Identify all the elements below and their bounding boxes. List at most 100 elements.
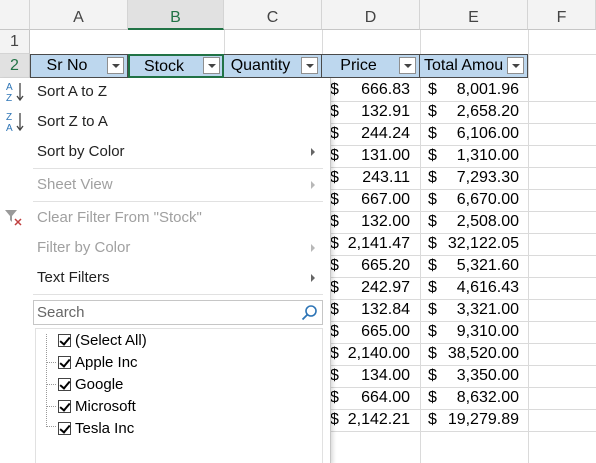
price-cell[interactable]: 244.24 [340, 123, 410, 145]
total-currency[interactable]: $ [428, 365, 437, 387]
total-cell[interactable]: 7,293.30 [440, 167, 519, 189]
price-currency[interactable]: $ [330, 189, 339, 211]
total-cell[interactable]: 4,616.43 [440, 277, 519, 299]
gridline [322, 431, 596, 432]
menu-item-sort-za[interactable]: Z A Sort Z to A [0, 108, 330, 136]
row-header-1[interactable]: 1 [0, 30, 30, 54]
total-currency[interactable]: $ [428, 387, 437, 409]
price-currency[interactable]: $ [330, 145, 339, 167]
total-currency[interactable]: $ [428, 79, 437, 101]
dropdown-arrow-icon[interactable] [107, 57, 124, 74]
price-cell[interactable]: 666.83 [340, 79, 410, 101]
total-cell[interactable]: 6,106.00 [440, 123, 519, 145]
total-cell[interactable]: 9,310.00 [440, 321, 519, 343]
total-currency[interactable]: $ [428, 233, 437, 255]
price-currency[interactable]: $ [330, 233, 339, 255]
price-currency[interactable]: $ [330, 409, 339, 431]
total-cell[interactable]: 32,122.05 [440, 233, 519, 255]
header-cell-price[interactable]: Price [322, 54, 420, 78]
price-currency[interactable]: $ [330, 321, 339, 343]
list-item[interactable]: Tesla Inc [58, 419, 134, 439]
total-currency[interactable]: $ [428, 277, 437, 299]
corner-cell[interactable] [0, 0, 30, 30]
search-input[interactable]: Search [33, 300, 323, 325]
total-cell[interactable]: 38,520.00 [440, 343, 519, 365]
list-item[interactable]: Microsoft [58, 397, 136, 417]
total-currency[interactable]: $ [428, 321, 437, 343]
total-cell[interactable]: 6,670.00 [440, 189, 519, 211]
total-currency[interactable]: $ [428, 123, 437, 145]
dropdown-arrow-icon[interactable] [203, 57, 220, 74]
total-currency[interactable]: $ [428, 211, 437, 233]
price-currency[interactable]: $ [330, 365, 339, 387]
price-cell[interactable]: 665.20 [340, 255, 410, 277]
price-currency[interactable]: $ [330, 79, 339, 101]
row-header-2[interactable]: 2 [0, 54, 30, 78]
price-currency[interactable]: $ [330, 387, 339, 409]
total-currency[interactable]: $ [428, 299, 437, 321]
price-cell[interactable]: 131.00 [340, 145, 410, 167]
filter-values-list[interactable]: (Select All) Apple Inc Google Microsoft … [35, 328, 323, 463]
header-cell-total[interactable]: Total Amou [420, 54, 528, 78]
column-header-e[interactable]: E [420, 0, 528, 30]
menu-item-sort-az[interactable]: A Z Sort A to Z [0, 78, 330, 106]
header-cell-sr-no[interactable]: Sr No [30, 54, 128, 78]
price-cell[interactable]: 132.91 [340, 101, 410, 123]
header-cell-quantity[interactable]: Quantity [224, 54, 322, 78]
total-cell[interactable]: 8,632.00 [440, 387, 519, 409]
total-currency[interactable]: $ [428, 145, 437, 167]
price-cell[interactable]: 242.97 [340, 277, 410, 299]
checkbox-icon[interactable] [58, 422, 71, 435]
column-header-f[interactable]: F [528, 0, 596, 30]
price-currency[interactable]: $ [330, 343, 339, 365]
dropdown-arrow-icon[interactable] [507, 57, 524, 74]
total-cell[interactable]: 3,321.00 [440, 299, 519, 321]
header-cell-stock[interactable]: Stock [128, 54, 224, 78]
total-cell[interactable]: 3,350.00 [440, 365, 519, 387]
price-cell[interactable]: 2,140.00 [340, 343, 410, 365]
column-header-d[interactable]: D [322, 0, 420, 30]
total-cell[interactable]: 8,001.96 [440, 79, 519, 101]
price-currency[interactable]: $ [330, 211, 339, 233]
list-item[interactable]: Apple Inc [58, 353, 138, 373]
price-currency[interactable]: $ [330, 277, 339, 299]
total-currency[interactable]: $ [428, 189, 437, 211]
total-cell[interactable]: 19,279.89 [440, 409, 519, 431]
total-currency[interactable]: $ [428, 167, 437, 189]
column-header-a[interactable]: A [30, 0, 128, 30]
total-cell[interactable]: 5,321.60 [440, 255, 519, 277]
price-currency[interactable]: $ [330, 255, 339, 277]
price-cell[interactable]: 2,142.21 [340, 409, 410, 431]
dropdown-arrow-icon[interactable] [399, 57, 416, 74]
menu-item-text-filters[interactable]: Text Filters [0, 264, 330, 292]
price-cell[interactable]: 667.00 [340, 189, 410, 211]
checkbox-icon[interactable] [58, 334, 71, 347]
total-cell[interactable]: 2,658.20 [440, 101, 519, 123]
checkbox-icon[interactable] [58, 378, 71, 391]
menu-item-sort-by-color[interactable]: Sort by Color [0, 138, 330, 166]
price-currency[interactable]: $ [330, 123, 339, 145]
dropdown-arrow-icon[interactable] [301, 57, 318, 74]
price-cell[interactable]: 665.00 [340, 321, 410, 343]
list-item[interactable]: Google [58, 375, 123, 395]
total-cell[interactable]: 2,508.00 [440, 211, 519, 233]
column-header-b[interactable]: B [128, 0, 224, 30]
price-cell[interactable]: 132.84 [340, 299, 410, 321]
price-currency[interactable]: $ [330, 167, 339, 189]
list-item-select-all[interactable]: (Select All) [58, 331, 147, 351]
price-cell[interactable]: 664.00 [340, 387, 410, 409]
total-currency[interactable]: $ [428, 343, 437, 365]
price-cell[interactable]: 132.00 [340, 211, 410, 233]
column-header-c[interactable]: C [224, 0, 322, 30]
total-currency[interactable]: $ [428, 255, 437, 277]
price-cell[interactable]: 243.11 [340, 167, 410, 189]
checkbox-icon[interactable] [58, 356, 71, 369]
price-currency[interactable]: $ [330, 101, 339, 123]
price-cell[interactable]: 134.00 [340, 365, 410, 387]
total-currency[interactable]: $ [428, 101, 437, 123]
price-currency[interactable]: $ [330, 299, 339, 321]
total-currency[interactable]: $ [428, 409, 437, 431]
price-cell[interactable]: 2,141.47 [340, 233, 410, 255]
total-cell[interactable]: 1,310.00 [440, 145, 519, 167]
checkbox-icon[interactable] [58, 400, 71, 413]
